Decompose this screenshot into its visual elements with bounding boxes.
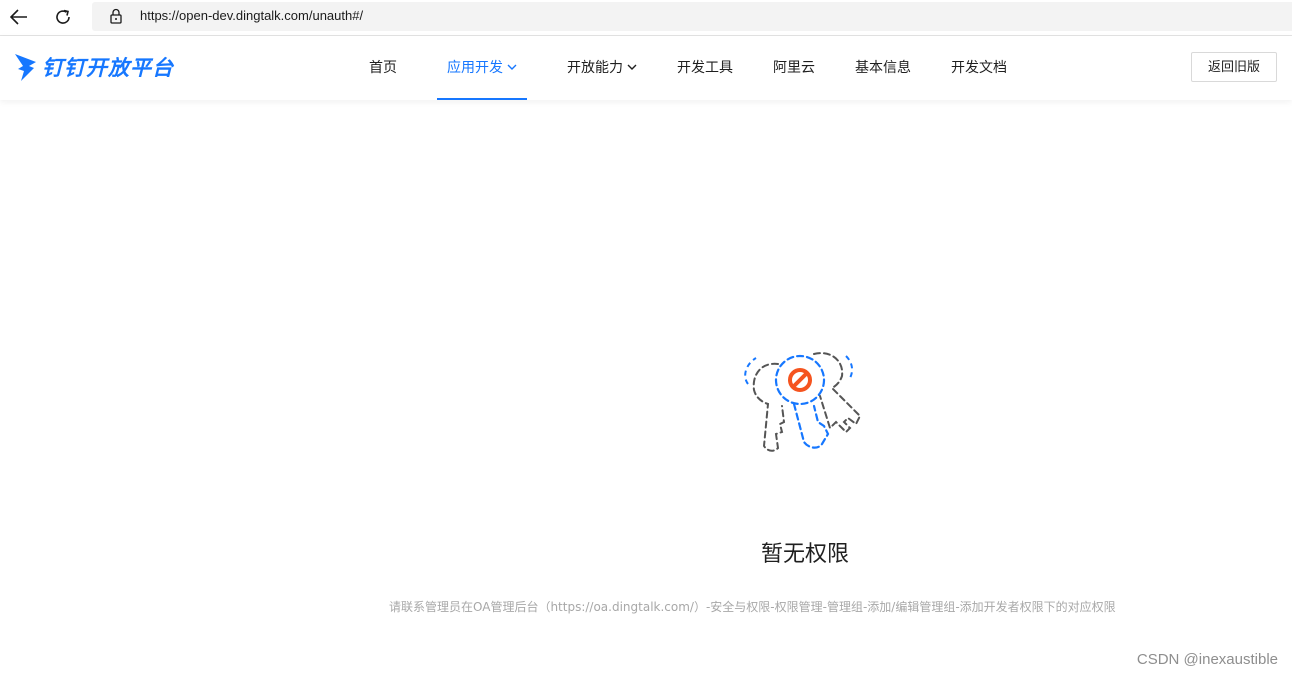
address-bar[interactable]: https://open-dev.dingtalk.com/unauth#/ — [92, 2, 1292, 31]
forbidden-icon — [788, 368, 812, 392]
arrow-left-icon — [10, 9, 27, 25]
empty-state-title: 暂无权限 — [760, 542, 849, 567]
nav-item-label: 开发文档 — [951, 60, 1007, 76]
nav-item-basic-info[interactable]: 基本信息 — [855, 36, 911, 100]
chevron-down-icon — [627, 64, 637, 70]
logo[interactable]: 钉钉开放平台 — [14, 52, 174, 82]
reload-button[interactable] — [48, 2, 78, 32]
nav-item-label: 应用开发 — [447, 60, 503, 76]
dingtalk-logo-icon — [15, 54, 36, 81]
logo-text: 钉钉开放平台 — [42, 56, 174, 80]
nav-item-label: 基本信息 — [855, 60, 911, 76]
nav-item-label: 开放能力 — [567, 60, 623, 76]
nav-item-app-development[interactable]: 应用开发 — [437, 36, 527, 100]
left-key-outline — [752, 362, 786, 452]
nav-item-label: 阿里云 — [773, 60, 815, 76]
empty-state-description: 请联系管理员在OA管理后台（https://oa.dingtalk.com/）-… — [389, 600, 1116, 614]
chevron-down-icon — [507, 64, 517, 70]
nav-item-label: 开发工具 — [677, 60, 733, 76]
browser-toolbar: https://open-dev.dingtalk.com/unauth#/ — [0, 0, 1292, 36]
nav-item-dev-tools[interactable]: 开发工具 — [677, 36, 733, 100]
nav-item-label: 首页 — [369, 60, 397, 76]
right-arc — [845, 355, 854, 379]
nav-item-dev-docs[interactable]: 开发文档 — [951, 36, 1007, 100]
nav-item-home[interactable]: 首页 — [369, 36, 397, 100]
return-old-version-button[interactable]: 返回旧版 — [1191, 52, 1277, 82]
url-text[interactable]: https://open-dev.dingtalk.com/unauth#/ — [140, 8, 363, 23]
reload-icon — [56, 9, 70, 24]
nav-item-aliyun[interactable]: 阿里云 — [773, 36, 815, 100]
site-header: 钉钉开放平台 首页 应用开发 开放能力 开发工具 阿里云 基本信息 开发文档 返… — [0, 36, 1292, 100]
watermark: CSDN @inexaustible — [1136, 651, 1278, 668]
keys-forbidden-illustration — [744, 352, 862, 452]
back-button[interactable] — [4, 2, 34, 32]
lock-icon[interactable] — [109, 8, 123, 24]
nav-item-open-capabilities[interactable]: 开放能力 — [567, 36, 637, 100]
